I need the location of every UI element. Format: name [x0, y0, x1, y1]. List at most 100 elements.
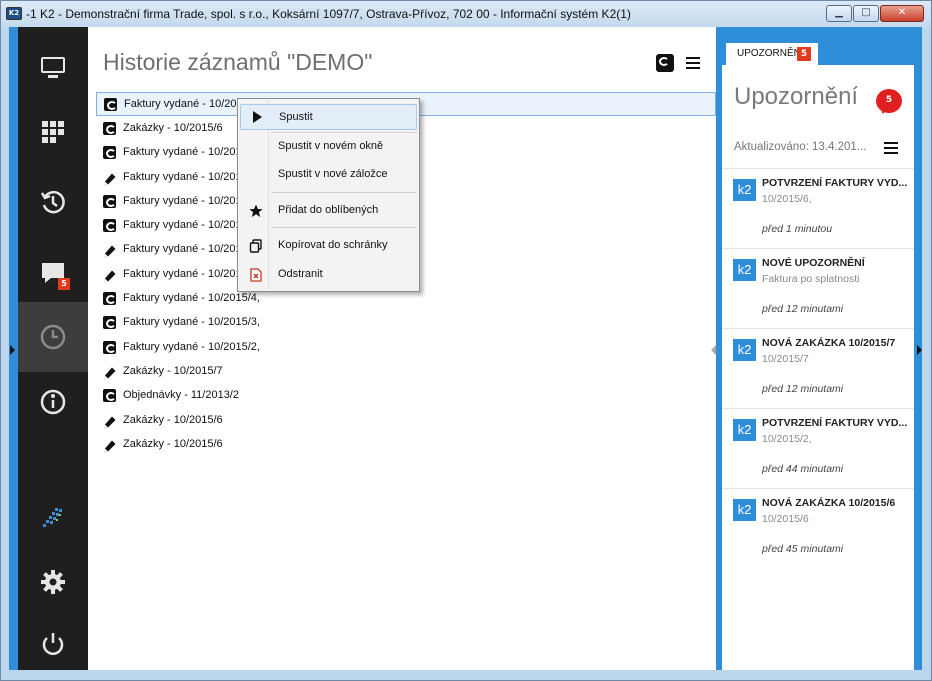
doc-icon	[103, 389, 116, 403]
notification-title: POTVRZENÍ FAKTURY VYD...	[762, 417, 908, 429]
history-row-label: Objednávky - 11/2013/2	[123, 389, 239, 402]
title-bar[interactable]: K2 -1 K2 - Demonstrační firma Trade, spo…	[1, 1, 931, 27]
notification-title: POTVRZENÍ FAKTURY VYD...	[762, 177, 908, 189]
tab-notifications[interactable]: UPOZORNĚNÍ 5	[726, 43, 818, 65]
rail-k2[interactable]	[18, 483, 88, 553]
close-button[interactable]: ✕	[880, 5, 924, 22]
notifications-title: Upozornění	[734, 83, 859, 110]
notification-item[interactable]: k2 NOVÁ ZAKÁZKA 10/2015/7 10/2015/7 před 12…	[722, 328, 914, 408]
history-row[interactable]: Objednávky - 11/2013/2	[96, 383, 716, 407]
notification-time: před 1 minutou	[762, 223, 833, 235]
last-updated-text: Aktualizováno: 13.4.201...	[734, 141, 867, 153]
rail-history[interactable]	[18, 167, 88, 237]
rail-info[interactable]	[18, 367, 88, 437]
history-row[interactable]: Faktury vydané - 10/2015/3,	[96, 310, 716, 334]
pencil-icon	[103, 268, 116, 283]
tab-notifications-label: UPOZORNĚNÍ	[737, 48, 804, 59]
monitor-icon	[41, 57, 65, 78]
rail-apps[interactable]	[18, 97, 88, 167]
panel-collapse-arrow-icon[interactable]	[917, 345, 922, 355]
side-rail: 5	[9, 27, 88, 670]
context-menu: Spustit Spustit v novém okně Spustit v n…	[237, 98, 420, 292]
doc-icon	[103, 316, 116, 330]
menu-item-copy-clipboard[interactable]: Kopírovat do schránky	[240, 232, 417, 258]
menu-item-run[interactable]: Spustit	[240, 104, 417, 130]
page-title: Historie záznamů "DEMO"	[103, 49, 373, 75]
history-row[interactable]: Faktury vydané - 10/2015/2,	[96, 335, 716, 359]
doc-icon	[104, 98, 117, 111]
star-icon	[249, 204, 263, 217]
notifications-panel: Upozornění 5 Aktualizováno: 13.4.201... …	[722, 65, 914, 670]
menu-item-run-new-tab[interactable]: Spustit v nové záložce	[240, 161, 417, 187]
history-row-label: Faktury vydané - 10/2015/3,	[123, 316, 260, 329]
notification-subtitle: 10/2015/6	[762, 513, 809, 525]
k2-icon: k2	[733, 419, 756, 441]
history-row[interactable]: Zakázky - 10/2015/7	[96, 359, 716, 383]
pencil-icon	[103, 243, 116, 258]
notification-subtitle: Faktura po splatnosti	[762, 273, 860, 285]
k2-icon: k2	[733, 179, 756, 201]
notification-subtitle: 10/2015/2,	[762, 433, 812, 445]
minimize-button[interactable]: ▁	[826, 5, 852, 22]
rail-expand-arrow-icon[interactable]	[10, 345, 15, 355]
history-row-label: Faktury vydané - 10/201	[123, 267, 242, 280]
notification-subtitle: 10/2015/6,	[762, 193, 812, 205]
k2-app-icon[interactable]: K2	[6, 7, 22, 20]
gear-icon	[41, 570, 65, 594]
history-row-label: Faktury vydané - 10/201	[123, 243, 242, 256]
doc-icon	[103, 122, 116, 135]
history-row-label: Faktury vydané - 10/201	[123, 146, 242, 159]
pencil-icon	[103, 438, 116, 453]
history-row-label: Zakázky - 10/2015/6	[123, 413, 223, 426]
clock-icon	[40, 324, 66, 350]
notifications-menu-icon[interactable]	[884, 142, 898, 154]
notifications-count-badge: 5	[876, 89, 902, 113]
history-row-label: Faktury vydané - 10/201	[124, 98, 243, 110]
doc-icon	[103, 219, 116, 233]
notification-title: NOVÉ UPOZORNĚNÍ	[762, 257, 865, 269]
notification-title: NOVÁ ZAKÁZKA 10/2015/7	[762, 337, 896, 349]
messages-badge: 5	[58, 278, 70, 290]
pencil-icon	[103, 171, 116, 186]
notification-subtitle: 10/2015/7	[762, 353, 809, 365]
hamburger-menu-icon[interactable]	[686, 57, 700, 69]
rail-power[interactable]	[18, 609, 88, 679]
menu-item-run-label: Spustit	[279, 111, 313, 123]
history-row-label: Faktury vydané - 10/201	[123, 170, 242, 183]
menu-item-add-favorites[interactable]: Přidat do oblíbených	[240, 197, 417, 223]
notification-item[interactable]: k2 POTVRZENÍ FAKTURY VYD... 10/2015/2, před…	[722, 408, 914, 488]
menu-item-run-new-window[interactable]: Spustit v novém okně	[240, 133, 417, 159]
pencil-icon	[103, 414, 116, 429]
menu-item-remove-label: Odstranit	[278, 268, 323, 280]
info-icon	[40, 389, 66, 415]
notification-item[interactable]: k2 NOVÉ UPOZORNĚNÍ Faktura po splatnosti př…	[722, 248, 914, 328]
power-icon	[42, 633, 64, 655]
rail-settings[interactable]	[18, 547, 88, 617]
pencil-icon	[103, 365, 116, 380]
panel-resize-arrow-icon[interactable]	[711, 345, 716, 355]
rail-clock[interactable]	[18, 302, 88, 372]
tab-notifications-badge: 5	[797, 47, 811, 61]
play-icon	[253, 111, 262, 123]
delete-document-icon	[250, 268, 262, 282]
notification-item[interactable]: k2 NOVÁ ZAKÁZKA 10/2015/6 10/2015/6 před 45…	[722, 488, 914, 568]
view-mode-icon[interactable]	[656, 54, 674, 72]
history-row-label: Zakázky - 10/2015/7	[123, 364, 223, 377]
notification-time: před 44 minutami	[762, 463, 844, 475]
doc-icon	[103, 194, 116, 208]
history-row-label: Faktury vydané - 10/201	[123, 219, 242, 232]
notification-item[interactable]: k2 POTVRZENÍ FAKTURY VYD... 10/2015/6, před…	[722, 168, 914, 248]
history-row[interactable]: Zakázky - 10/2015/6	[96, 408, 716, 432]
rail-messages[interactable]: 5	[18, 237, 88, 307]
history-row-label: Faktury vydané - 10/2015/2,	[123, 340, 260, 353]
k2-logo-icon	[43, 508, 62, 527]
maximize-button[interactable]: □	[853, 5, 879, 22]
doc-icon	[103, 340, 116, 354]
menu-item-add-favorites-label: Přidat do oblíbených	[278, 204, 379, 216]
menu-item-remove[interactable]: Odstranit	[240, 261, 417, 287]
menu-item-run-new-tab-label: Spustit v nové záložce	[278, 168, 388, 180]
rail-desktop[interactable]	[18, 32, 88, 102]
window-title: -1 K2 - Demonstrační firma Trade, spol. …	[26, 7, 631, 21]
notifications-sidebar: UPOZORNĚNÍ 5 Upozornění 5 Aktualizováno:…	[716, 27, 922, 670]
history-row[interactable]: Zakázky - 10/2015/6	[96, 432, 716, 456]
